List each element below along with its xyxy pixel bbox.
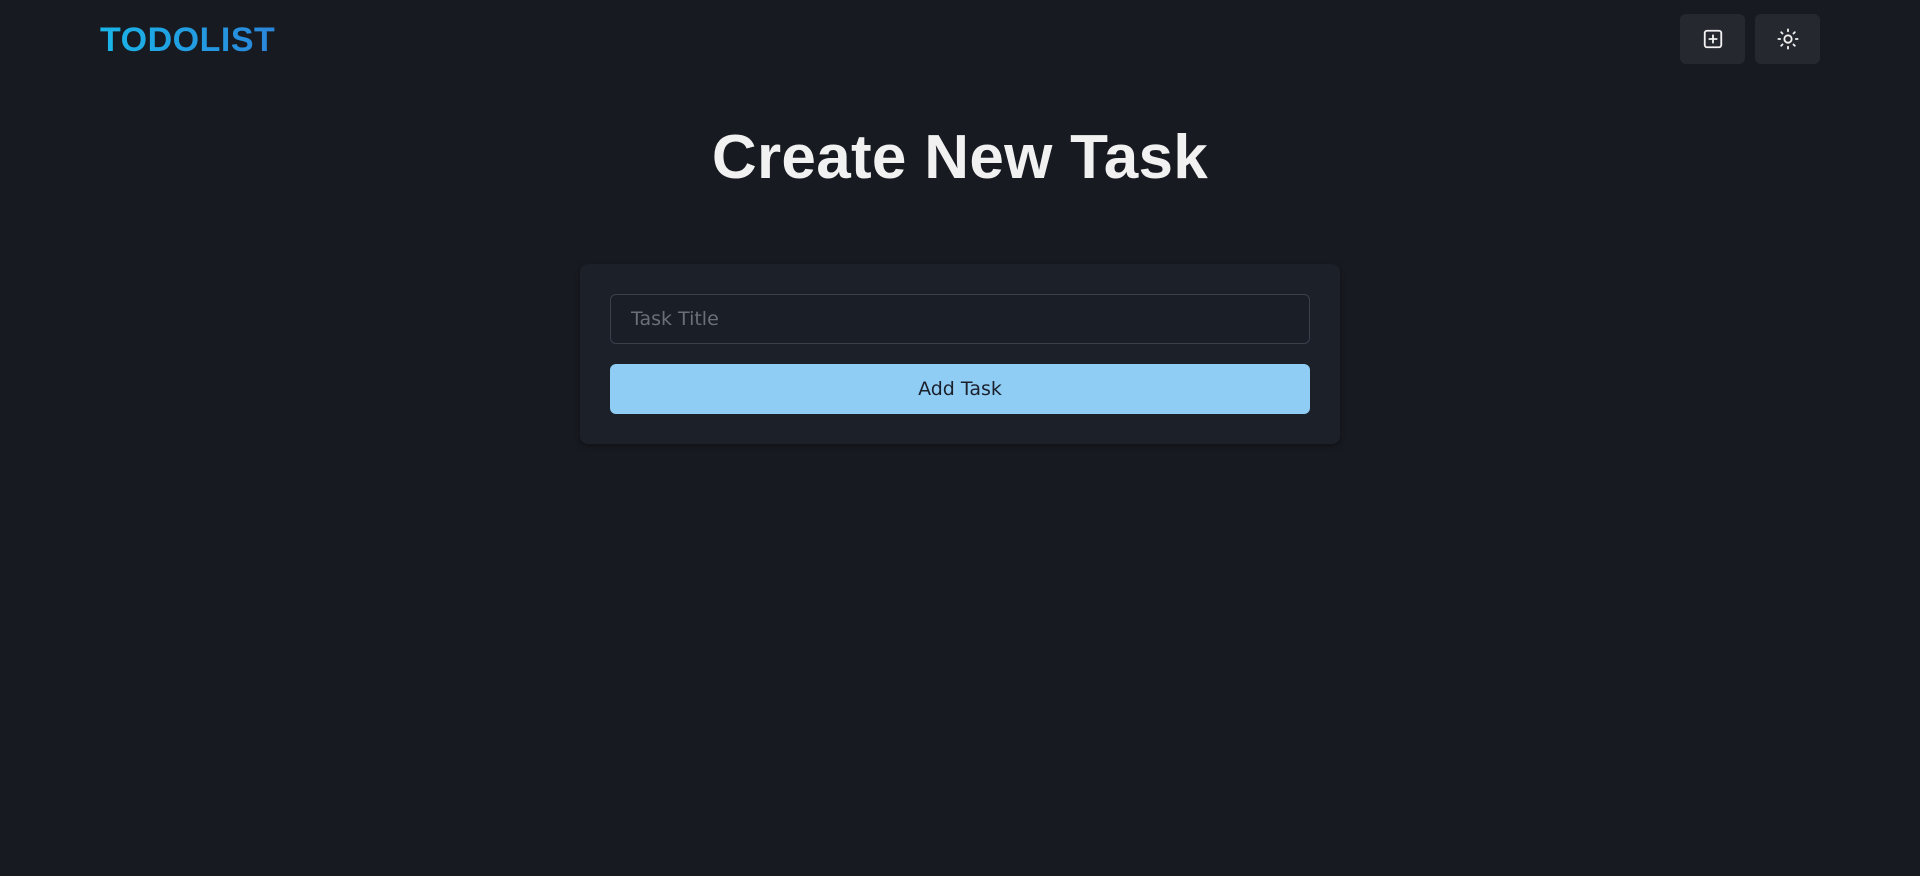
sun-icon (1776, 28, 1799, 50)
top-navbar: TODOLIST (0, 0, 1920, 80)
add-task-button[interactable]: Add Task (610, 364, 1310, 414)
plus-square-icon (1702, 28, 1724, 50)
task-title-input[interactable] (610, 294, 1310, 344)
theme-toggle-button[interactable] (1755, 14, 1820, 64)
new-task-button[interactable] (1680, 14, 1745, 64)
new-task-form: Add Task (580, 264, 1340, 444)
app-logo[interactable]: TODOLIST (100, 18, 275, 62)
page-title: Create New Task (711, 123, 1209, 192)
